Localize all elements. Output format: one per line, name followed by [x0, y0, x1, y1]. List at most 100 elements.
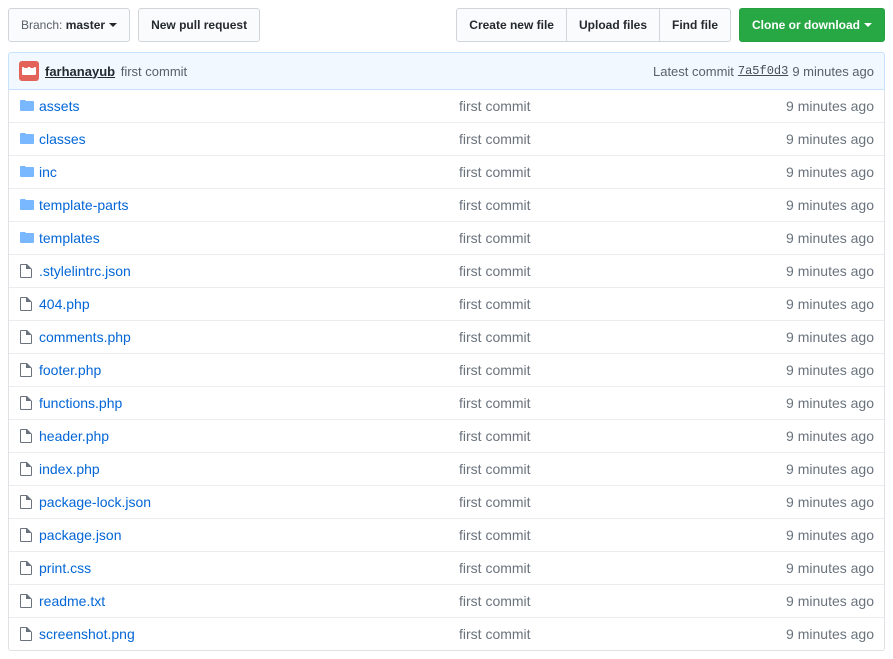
- commit-message-cell: first commit: [459, 263, 734, 279]
- file-link[interactable]: footer.php: [39, 362, 101, 378]
- folder-icon: [19, 131, 39, 147]
- file-link[interactable]: print.css: [39, 560, 91, 576]
- file-name-cell: index.php: [39, 461, 459, 477]
- file-link[interactable]: classes: [39, 131, 86, 147]
- file-age-cell: 9 minutes ago: [734, 230, 874, 246]
- caret-down-icon: [109, 23, 117, 27]
- branch-name: master: [66, 15, 105, 35]
- folder-icon: [19, 98, 39, 114]
- commit-message-cell: first commit: [459, 362, 734, 378]
- create-new-file-button[interactable]: Create new file: [456, 8, 567, 42]
- commit-message-link[interactable]: first commit: [459, 296, 531, 312]
- commit-message-cell: first commit: [459, 428, 734, 444]
- file-link[interactable]: readme.txt: [39, 593, 105, 609]
- file-name-cell: templates: [39, 230, 459, 246]
- commit-age: 9 minutes ago: [792, 64, 874, 79]
- commit-sha-link[interactable]: 7a5f0d3: [738, 64, 788, 78]
- file-name-cell: print.css: [39, 560, 459, 576]
- commit-message-link[interactable]: first commit: [459, 626, 531, 642]
- commit-message-cell: first commit: [459, 461, 734, 477]
- commit-meta: Latest commit 7a5f0d3 9 minutes ago: [653, 64, 874, 79]
- commit-message-link[interactable]: first commit: [459, 197, 531, 213]
- file-age-cell: 9 minutes ago: [734, 362, 874, 378]
- file-name-cell: package-lock.json: [39, 494, 459, 510]
- commit-message-link[interactable]: first commit: [459, 527, 531, 543]
- commit-message-link[interactable]: first commit: [459, 428, 531, 444]
- commit-message-cell: first commit: [459, 296, 734, 312]
- file-icon: [19, 626, 39, 642]
- commit-message-link[interactable]: first commit: [459, 164, 531, 180]
- file-age-cell: 9 minutes ago: [734, 593, 874, 609]
- file-icon: [19, 296, 39, 312]
- file-age-cell: 9 minutes ago: [734, 329, 874, 345]
- commit-message-link[interactable]: first commit: [459, 560, 531, 576]
- commit-message-cell: first commit: [459, 593, 734, 609]
- branch-select-button[interactable]: Branch: master: [8, 8, 130, 42]
- avatar[interactable]: [19, 61, 39, 81]
- file-link[interactable]: package-lock.json: [39, 494, 151, 510]
- file-list: assets first commit 9 minutes ago classes fi…: [8, 90, 885, 651]
- file-link[interactable]: functions.php: [39, 395, 122, 411]
- table-row: inc first commit 9 minutes ago: [9, 155, 884, 188]
- clone-download-label: Clone or download: [752, 15, 860, 35]
- file-name-cell: .stylelintrc.json: [39, 263, 459, 279]
- file-name-cell: package.json: [39, 527, 459, 543]
- upload-files-button[interactable]: Upload files: [566, 8, 660, 42]
- toolbar-left: Branch: master New pull request: [8, 8, 260, 42]
- find-file-button[interactable]: Find file: [659, 8, 731, 42]
- commit-message-link[interactable]: first commit: [459, 362, 531, 378]
- file-link[interactable]: comments.php: [39, 329, 131, 345]
- file-link[interactable]: .stylelintrc.json: [39, 263, 131, 279]
- commit-message-link[interactable]: first commit: [459, 131, 531, 147]
- new-pull-request-button[interactable]: New pull request: [138, 8, 260, 42]
- file-name-cell: footer.php: [39, 362, 459, 378]
- commit-message-link[interactable]: first commit: [459, 329, 531, 345]
- file-age-cell: 9 minutes ago: [734, 164, 874, 180]
- file-icon: [19, 494, 39, 510]
- file-age-cell: 9 minutes ago: [734, 296, 874, 312]
- commit-tease-bar: farhanayub first commit Latest commit 7a…: [8, 52, 885, 90]
- folder-icon: [19, 230, 39, 246]
- commit-message-link[interactable]: first commit: [459, 98, 531, 114]
- commit-message-link[interactable]: first commit: [459, 461, 531, 477]
- file-link[interactable]: 404.php: [39, 296, 90, 312]
- file-link[interactable]: package.json: [39, 527, 122, 543]
- clone-download-button[interactable]: Clone or download: [739, 8, 885, 42]
- commit-message-cell: first commit: [459, 527, 734, 543]
- commit-message-link[interactable]: first commit: [459, 593, 531, 609]
- commit-message-cell: first commit: [459, 230, 734, 246]
- file-actions-group: Create new file Upload files Find file: [456, 8, 731, 42]
- commit-message: first commit: [117, 64, 187, 79]
- file-age-cell: 9 minutes ago: [734, 131, 874, 147]
- table-row: screenshot.pngfirst commit9 minutes ago: [9, 617, 884, 650]
- file-link[interactable]: template-parts: [39, 197, 128, 213]
- file-name-cell: assets: [39, 98, 459, 114]
- file-name-cell: inc: [39, 164, 459, 180]
- file-link[interactable]: screenshot.png: [39, 626, 135, 642]
- file-icon: [19, 362, 39, 378]
- commit-message-link[interactable]: first commit: [459, 494, 531, 510]
- file-link[interactable]: header.php: [39, 428, 109, 444]
- commit-message-link[interactable]: first commit: [459, 395, 531, 411]
- file-link[interactable]: templates: [39, 230, 100, 246]
- file-age-cell: 9 minutes ago: [734, 560, 874, 576]
- commit-message-link[interactable]: first commit: [459, 230, 531, 246]
- table-row: readme.txt first commit 9 minutes ago: [9, 584, 884, 617]
- file-age-cell: 9 minutes ago: [734, 263, 874, 279]
- file-link[interactable]: assets: [39, 98, 79, 114]
- latest-commit-label: Latest commit: [653, 64, 734, 79]
- commit-author-link[interactable]: farhanayub: [45, 64, 115, 79]
- commit-message-link[interactable]: first commit: [459, 263, 531, 279]
- file-name-cell: header.php: [39, 428, 459, 444]
- file-icon: [19, 329, 39, 345]
- table-row: comments.php first commit 9 minutes ago: [9, 320, 884, 353]
- file-link[interactable]: index.php: [39, 461, 100, 477]
- file-age-cell: 9 minutes ago: [734, 395, 874, 411]
- file-link[interactable]: inc: [39, 164, 57, 180]
- file-age-cell: 9 minutes ago: [734, 428, 874, 444]
- commit-message-cell: first commit: [459, 494, 734, 510]
- file-age-cell: 9 minutes ago: [734, 527, 874, 543]
- commit-message-cell: first commit: [459, 560, 734, 576]
- file-toolbar: Branch: master New pull request Create n…: [8, 8, 885, 42]
- file-icon: [19, 560, 39, 576]
